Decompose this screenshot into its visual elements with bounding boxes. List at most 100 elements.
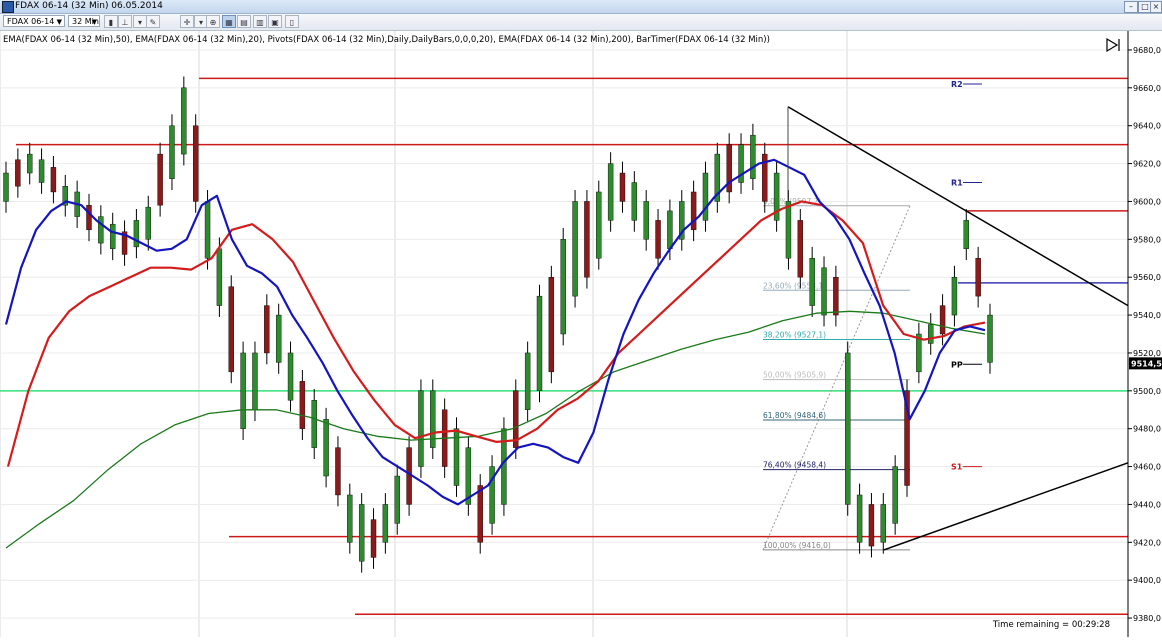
candle-body <box>311 400 317 448</box>
instrument-value: FDAX 06-14 <box>7 17 55 26</box>
price-tick-label: 9440,0 <box>1133 500 1161 509</box>
candle-body <box>27 153 33 174</box>
candle-body <box>560 239 566 335</box>
price-axis: 9680,0 9660,0 9640,0 9620,0 9600,0 9580,0 9560… <box>1127 31 1162 637</box>
candle-body <box>987 314 993 363</box>
candle-body <box>631 182 638 221</box>
price-tick-label: 9380,0 <box>1133 614 1161 623</box>
candle-body <box>347 494 353 543</box>
chart-toolbar: FDAX 06-14 ▼ 32 Min ▼ ▮ ⊥ ▾ ✎ ✛ ▾ ⊕ ▦ ▤ ▥ … <box>0 14 1162 31</box>
candle-body <box>607 163 614 221</box>
bar-style-icon[interactable]: ⊥ <box>118 15 132 28</box>
fibonacci-retracement: 0,00% (9597,7)23,60% (9553,1)38,20% (952… <box>762 197 911 551</box>
instrument-select[interactable]: FDAX 06-14 ▼ <box>3 15 65 27</box>
candle-body <box>204 201 211 259</box>
bar-timer-label: Time remaining = 00:29:28 <box>992 620 1110 630</box>
candle-body <box>785 201 792 259</box>
candle-body <box>38 159 45 183</box>
candle-body <box>133 220 140 248</box>
candle-body <box>750 134 756 179</box>
fib-level-label: 50,00% (9505,9) <box>763 371 826 380</box>
price-tick-label: 9560,0 <box>1133 273 1161 282</box>
candle-body <box>655 220 661 259</box>
bar-type-icon[interactable]: ▮ <box>104 15 118 28</box>
candle-body <box>169 125 175 179</box>
candle-body <box>845 352 851 505</box>
candle-body <box>109 223 116 249</box>
fib-level-label: 100,00% (9416,0) <box>763 541 831 550</box>
minimize-icon[interactable]: – <box>1124 1 1138 13</box>
fib-level-label: 38,20% (9527,1) <box>763 330 826 339</box>
data-box-icon[interactable]: ▤ <box>237 15 251 28</box>
ema20-line <box>4 158 986 506</box>
moving-averages <box>4 158 986 549</box>
price-chart[interactable]: 0,00% (9597,7) 23,60% (9553,1) 38,20% (952… <box>0 31 1162 637</box>
template-icon[interactable]: ▣ <box>268 15 282 28</box>
candle-body <box>335 447 341 496</box>
candle-body <box>596 191 602 259</box>
candle-body <box>394 475 400 524</box>
candle-body <box>928 324 934 344</box>
candle-body <box>536 295 543 392</box>
candle-body <box>98 216 104 244</box>
price-tick-label: 9480,0 <box>1133 425 1161 434</box>
price-tick-label: 9540,0 <box>1133 311 1161 320</box>
candle-body <box>252 352 258 410</box>
app-icon <box>2 1 14 13</box>
candle-body <box>702 172 709 221</box>
price-tick-label: 9660,0 <box>1133 84 1161 93</box>
price-tick-label: 9500,0 <box>1133 387 1161 396</box>
candle-body <box>963 220 969 249</box>
candle-body <box>358 504 365 562</box>
candle-body <box>951 276 958 316</box>
candle-body <box>821 267 827 316</box>
candle-body <box>524 352 531 410</box>
pivot-label-s1: S1 <box>951 463 963 472</box>
properties-icon[interactable]: ▥ <box>253 15 267 28</box>
page-icon[interactable]: ▯ <box>285 15 299 28</box>
pivot-label-pp: PP <box>951 360 963 369</box>
candle-body <box>86 205 92 231</box>
crosshair-icon[interactable]: ✛ <box>180 15 194 28</box>
price-tick-label: 9620,0 <box>1133 160 1161 169</box>
pivot-label-r1: R1 <box>951 179 963 188</box>
candle-body <box>15 159 21 187</box>
window-title: FDAX 06-14 (32 Min) 06.05.2014 <box>15 1 163 11</box>
price-tick-label: 9580,0 <box>1133 235 1161 244</box>
interval-select[interactable]: 32 Min ▼ <box>68 15 100 27</box>
price-tick-label: 9460,0 <box>1133 463 1161 472</box>
fib-level-label: 23,60% (9553,1) <box>763 281 826 290</box>
chart-canvas[interactable]: 0,00% (9597,7)23,60% (9553,1)38,20% (952… <box>0 31 1162 637</box>
candle-body <box>809 258 815 306</box>
candle-body <box>892 466 898 524</box>
candle-body <box>584 201 590 278</box>
candle-body <box>939 305 946 335</box>
chevron-down-icon: ▼ <box>56 18 62 26</box>
candle-body <box>323 419 329 477</box>
candle-body <box>548 276 555 373</box>
zoom-icon[interactable]: ⊕ <box>206 15 220 28</box>
candle-body <box>299 381 306 429</box>
price-tick-label: 9520,0 <box>1133 349 1161 358</box>
candle-body <box>833 276 839 316</box>
candle-body <box>975 258 981 297</box>
drawing-icon[interactable]: ✎ <box>146 15 160 28</box>
ema200-line <box>5 310 986 549</box>
candle-body <box>264 305 270 354</box>
chart-style-icon[interactable]: ▦ <box>222 15 236 28</box>
candle-body <box>275 314 282 363</box>
candle-body <box>192 125 199 202</box>
show-tick-icon[interactable]: ▾ <box>133 15 147 28</box>
ema50-line <box>6 200 986 467</box>
candle-body <box>643 201 649 240</box>
candle-body <box>619 172 626 202</box>
candle-body <box>145 206 151 240</box>
chevron-down-icon: ▼ <box>91 18 97 26</box>
candle-body <box>157 153 163 206</box>
candle-body <box>572 201 578 297</box>
close-icon[interactable]: × <box>1150 1 1162 13</box>
play-forward-icon[interactable] <box>1106 37 1120 53</box>
candle-body <box>181 87 187 155</box>
candle-body <box>287 352 294 401</box>
candle-body <box>3 172 9 202</box>
